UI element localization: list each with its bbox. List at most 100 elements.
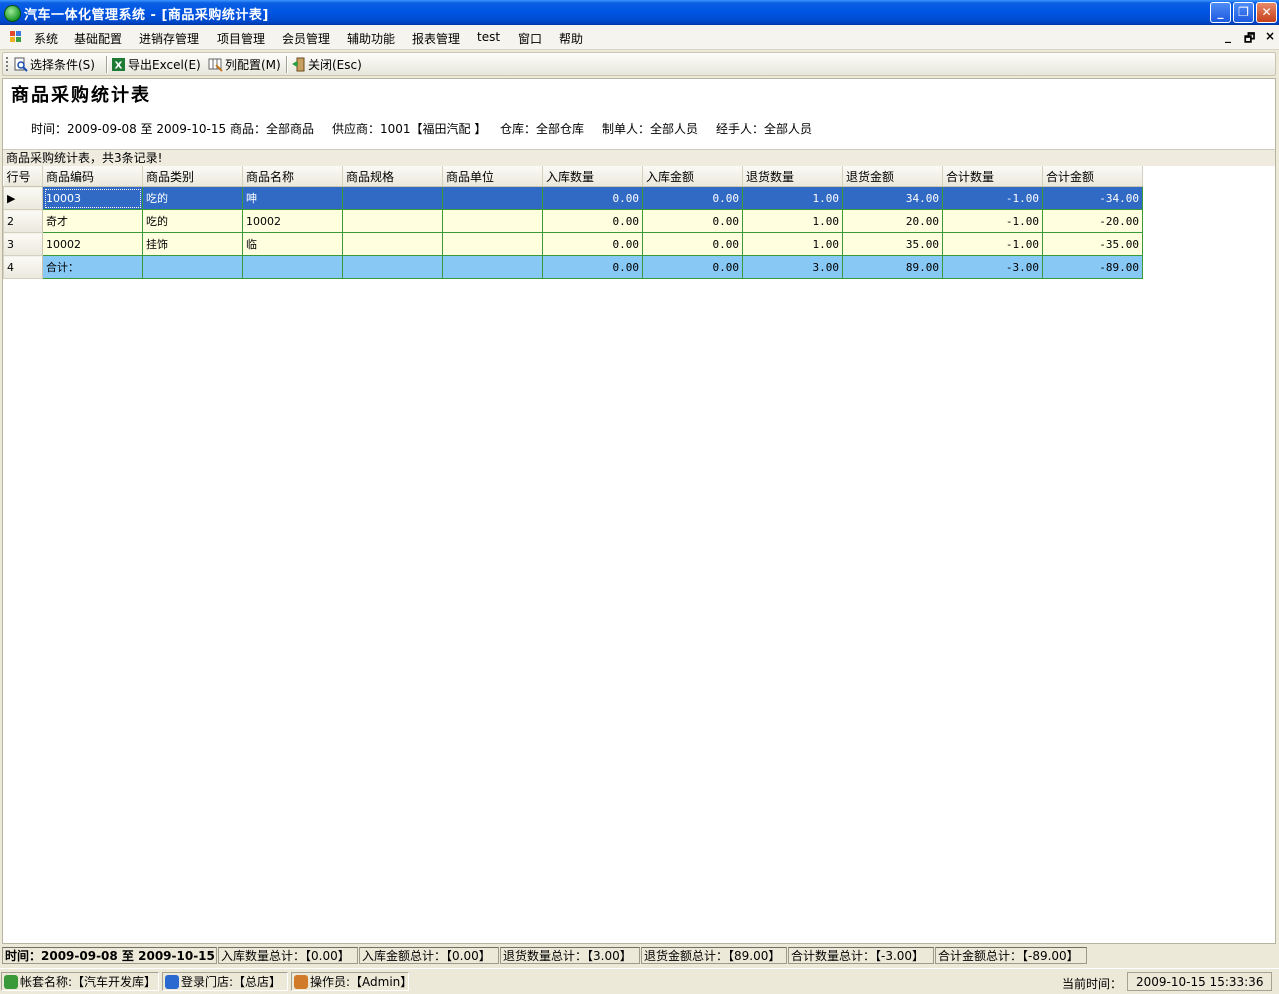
cell-in-qty[interactable]: 0.00 — [542, 209, 643, 233]
cell-unit[interactable] — [442, 209, 543, 233]
col-header-in-qty[interactable]: 入库数量 — [542, 166, 643, 187]
col-header-category[interactable]: 商品类别 — [142, 166, 243, 187]
grid-caption-text: 商品采购统计表，共3条记录! — [6, 151, 163, 165]
cell-ret-amt[interactable]: 34.00 — [842, 186, 943, 210]
filter-summary: 时间：2009-09-08 至 2009-10-15 商品：全部商品 供应商：1… — [3, 120, 1273, 136]
window-title: 汽车一体化管理系统 - [商品采购统计表] — [24, 8, 269, 23]
mdi-close-button[interactable]: × — [1265, 29, 1275, 43]
col-header-name[interactable]: 商品名称 — [242, 166, 343, 187]
toolbar-grip[interactable] — [6, 57, 8, 71]
col-header-row-no[interactable]: 行号 — [3, 166, 43, 187]
cell-in-qty[interactable]: 0.00 — [542, 255, 643, 279]
menu-auxiliary[interactable]: 辅助功能 — [347, 30, 395, 47]
export-excel-button[interactable]: X 导出Excel(E) — [111, 56, 201, 73]
menu-inventory[interactable]: 进销存管理 — [139, 30, 199, 47]
cell-tot-qty[interactable]: -1.00 — [942, 232, 1043, 256]
row-number[interactable]: 2 — [3, 209, 43, 233]
menu-member[interactable]: 会员管理 — [282, 30, 330, 47]
col-header-tot-qty[interactable]: 合计数量 — [942, 166, 1043, 187]
table-row[interactable]: ▶ 10003 吃的 呻 0.00 0.00 1.00 34.00 -1.00 … — [3, 186, 1143, 210]
row-number[interactable]: 4 — [3, 255, 43, 279]
cell-name[interactable]: 呻 — [242, 186, 343, 210]
cell-spec[interactable] — [342, 255, 443, 279]
cell-category[interactable]: 吃的 — [142, 209, 243, 233]
cell-in-amt[interactable]: 0.00 — [642, 255, 743, 279]
cell-spec[interactable] — [342, 232, 443, 256]
cell-spec[interactable] — [342, 209, 443, 233]
cell-unit[interactable] — [442, 255, 543, 279]
cell-ret-qty[interactable]: 3.00 — [742, 255, 843, 279]
minimize-button[interactable]: _ — [1210, 2, 1231, 23]
status-store-text: 登录门店:【总店】 — [181, 975, 282, 989]
table-row[interactable]: 2 奇才 吃的 10002 0.00 0.00 1.00 20.00 -1.00… — [3, 209, 1143, 233]
restore-button[interactable]: ❐ — [1233, 2, 1254, 23]
cell-ret-amt[interactable]: 89.00 — [842, 255, 943, 279]
exit-door-icon — [291, 57, 306, 72]
cell-category[interactable] — [142, 255, 243, 279]
col-header-spec[interactable]: 商品规格 — [342, 166, 443, 187]
cell-code[interactable]: 奇才 — [42, 209, 143, 233]
menu-window[interactable]: 窗口 — [518, 30, 542, 47]
title-bar: 汽车一体化管理系统 - [商品采购统计表] _ ❐ ✕ — [0, 0, 1279, 25]
row-number[interactable]: 3 — [3, 232, 43, 256]
filter-product: 商品：全部商品 — [230, 122, 315, 136]
mdi-minimize-button[interactable]: _ — [1225, 29, 1231, 43]
row-indicator[interactable]: ▶ — [3, 186, 43, 210]
cell-code[interactable]: 10002 — [42, 232, 143, 256]
cell-unit[interactable] — [442, 186, 543, 210]
cell-unit[interactable] — [442, 232, 543, 256]
mdi-child-icon[interactable] — [10, 31, 22, 43]
cell-ret-qty[interactable]: 1.00 — [742, 232, 843, 256]
col-header-tot-amt[interactable]: 合计金额 — [1042, 166, 1143, 187]
cell-ret-amt[interactable]: 20.00 — [842, 209, 943, 233]
excel-icon: X — [111, 57, 126, 72]
cell-name[interactable]: 临 — [242, 232, 343, 256]
menu-system[interactable]: 系统 — [34, 30, 58, 47]
select-condition-button[interactable]: 选择条件(S) — [13, 56, 95, 73]
cell-tot-qty[interactable]: -3.00 — [942, 255, 1043, 279]
cell-category[interactable]: 吃的 — [142, 186, 243, 210]
summary-ret-qty: 退货数量总计：【3.00】 — [500, 947, 640, 964]
status-bar: 帐套名称:【汽车开发库】 登录门店:【总店】 操作员:【Admin】 当前时间：… — [0, 968, 1279, 994]
mdi-restore-button[interactable]: 🗗 — [1244, 29, 1255, 50]
cell-in-amt[interactable]: 0.00 — [642, 186, 743, 210]
app-icon — [4, 5, 21, 22]
column-config-button[interactable]: 列配置(M) — [208, 56, 281, 73]
account-icon — [4, 975, 18, 989]
cell-tot-amt[interactable]: -35.00 — [1042, 232, 1143, 256]
close-window-button[interactable]: ✕ — [1256, 2, 1277, 23]
cell-code[interactable]: 10003 — [42, 186, 143, 210]
col-header-ret-amt[interactable]: 退货金额 — [842, 166, 943, 187]
summary-bar: 时间：2009-09-08 至 2009-10-15 入库数量总计：【0.00】… — [2, 946, 1276, 966]
cell-spec[interactable] — [342, 186, 443, 210]
cell-tot-qty[interactable]: -1.00 — [942, 186, 1043, 210]
table-row[interactable]: 3 10002 挂饰 临 0.00 0.00 1.00 35.00 -1.00 … — [3, 232, 1143, 256]
cell-tot-qty[interactable]: -1.00 — [942, 209, 1043, 233]
menu-basic-config[interactable]: 基础配置 — [74, 30, 122, 47]
cell-in-qty[interactable]: 0.00 — [542, 232, 643, 256]
close-report-button[interactable]: 关闭(Esc) — [291, 56, 362, 73]
col-header-in-amt[interactable]: 入库金额 — [642, 166, 743, 187]
cell-ret-amt[interactable]: 35.00 — [842, 232, 943, 256]
col-header-ret-qty[interactable]: 退货数量 — [742, 166, 843, 187]
cell-in-qty[interactable]: 0.00 — [542, 186, 643, 210]
cell-in-amt[interactable]: 0.00 — [642, 232, 743, 256]
menu-reports[interactable]: 报表管理 — [412, 30, 460, 47]
select-condition-label: 选择条件(S) — [30, 58, 95, 72]
cell-in-amt[interactable]: 0.00 — [642, 209, 743, 233]
menu-help[interactable]: 帮助 — [559, 30, 583, 47]
cell-name[interactable] — [242, 255, 343, 279]
cell-ret-qty[interactable]: 1.00 — [742, 186, 843, 210]
table-total-row[interactable]: 4 合计： 0.00 0.00 3.00 89.00 -3.00 -89.00 — [3, 255, 1143, 279]
cell-tot-amt[interactable]: -34.00 — [1042, 186, 1143, 210]
cell-tot-amt[interactable]: -20.00 — [1042, 209, 1143, 233]
col-header-unit[interactable]: 商品单位 — [442, 166, 543, 187]
cell-ret-qty[interactable]: 1.00 — [742, 209, 843, 233]
col-header-code[interactable]: 商品编码 — [42, 166, 143, 187]
cell-name[interactable]: 10002 — [242, 209, 343, 233]
menu-test[interactable]: test — [477, 30, 500, 44]
cell-tot-amt[interactable]: -89.00 — [1042, 255, 1143, 279]
menu-project[interactable]: 项目管理 — [217, 30, 265, 47]
cell-code[interactable]: 合计： — [42, 255, 143, 279]
cell-category[interactable]: 挂饰 — [142, 232, 243, 256]
